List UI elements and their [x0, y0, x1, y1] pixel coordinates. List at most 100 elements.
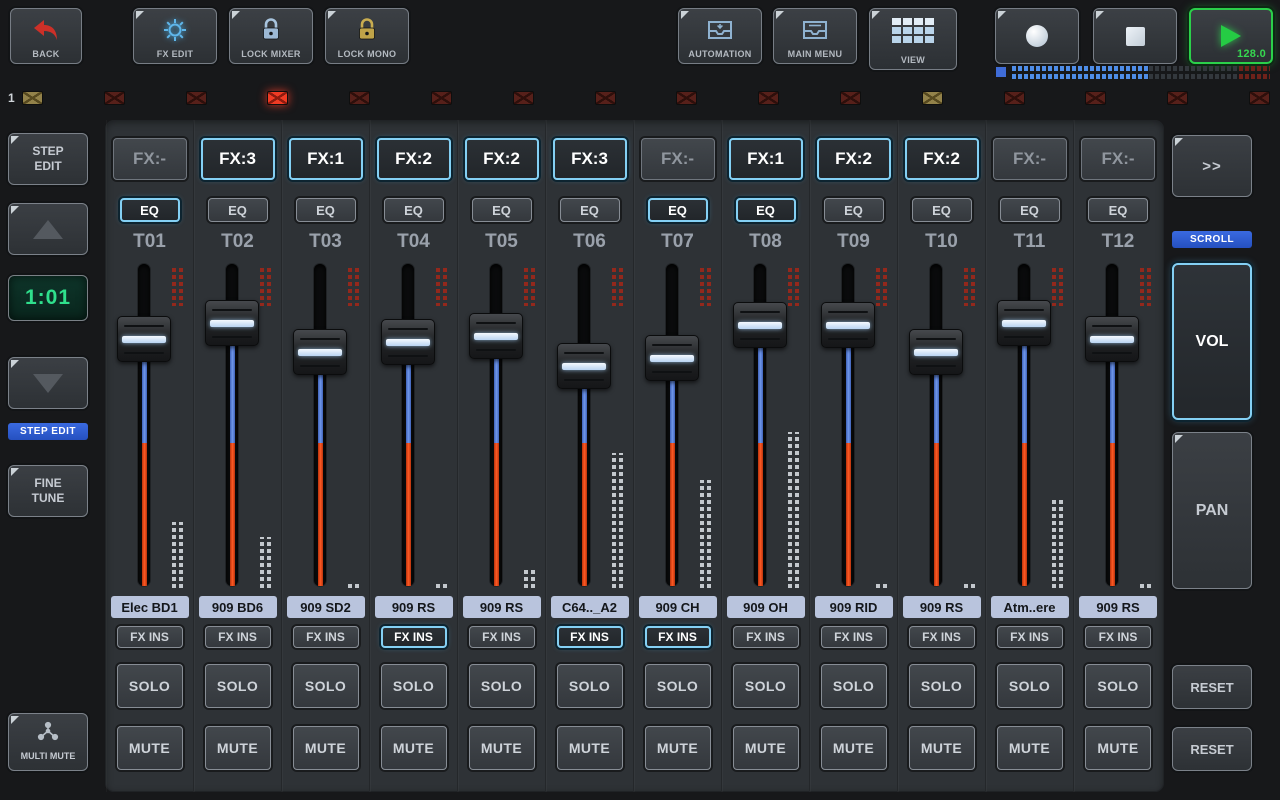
eq-button[interactable]: EQ [648, 198, 708, 222]
main-menu-button[interactable]: MAIN MENU [773, 8, 857, 64]
mute-button[interactable]: MUTE [557, 726, 623, 770]
pad-indicator-10[interactable] [758, 91, 779, 105]
pad-indicator-14[interactable] [1085, 91, 1106, 105]
eq-button[interactable]: EQ [296, 198, 356, 222]
mute-button[interactable]: MUTE [997, 726, 1063, 770]
track-name-label[interactable]: 909 BD6 [199, 596, 277, 618]
solo-button[interactable]: SOLO [205, 664, 271, 708]
fx-slot-button[interactable]: FX:2 [377, 138, 451, 180]
solo-button[interactable]: SOLO [909, 664, 975, 708]
fx-insert-button[interactable]: FX INS [205, 626, 271, 648]
eq-button[interactable]: EQ [1000, 198, 1060, 222]
pad-indicator-5[interactable] [349, 91, 370, 105]
fader-handle[interactable] [293, 329, 347, 375]
step-down-button[interactable] [8, 357, 88, 409]
eq-button[interactable]: EQ [208, 198, 268, 222]
mute-button[interactable]: MUTE [293, 726, 359, 770]
eq-button[interactable]: EQ [736, 198, 796, 222]
solo-button[interactable]: SOLO [117, 664, 183, 708]
fx-slot-button[interactable]: FX:- [641, 138, 715, 180]
solo-button[interactable]: SOLO [997, 664, 1063, 708]
pad-indicator-7[interactable] [513, 91, 534, 105]
pad-indicator-9[interactable] [676, 91, 697, 105]
pad-indicator-1[interactable] [22, 91, 43, 105]
pad-indicator-2[interactable] [104, 91, 125, 105]
track-name-label[interactable]: 909 RS [903, 596, 981, 618]
solo-button[interactable]: SOLO [293, 664, 359, 708]
fx-slot-button[interactable]: FX:1 [729, 138, 803, 180]
mute-button[interactable]: MUTE [469, 726, 535, 770]
pad-indicator-11[interactable] [840, 91, 861, 105]
fader-handle[interactable] [557, 343, 611, 389]
fx-insert-button[interactable]: FX INS [293, 626, 359, 648]
fx-slot-button[interactable]: FX:3 [553, 138, 627, 180]
solo-button[interactable]: SOLO [645, 664, 711, 708]
play-button[interactable]: 128.0 [1189, 8, 1273, 64]
view-button[interactable]: VIEW [869, 8, 957, 70]
fader-handle[interactable] [381, 319, 435, 365]
pan-mode-button[interactable]: PAN [1172, 432, 1252, 589]
fader-handle[interactable] [997, 300, 1051, 346]
solo-button[interactable]: SOLO [557, 664, 623, 708]
fx-insert-button[interactable]: FX INS [997, 626, 1063, 648]
scroll-button[interactable]: >> [1172, 135, 1252, 197]
track-name-label[interactable]: 909 RS [463, 596, 541, 618]
pad-indicator-4[interactable] [267, 91, 288, 105]
pad-indicator-15[interactable] [1167, 91, 1188, 105]
mute-button[interactable]: MUTE [821, 726, 887, 770]
eq-button[interactable]: EQ [560, 198, 620, 222]
eq-button[interactable]: EQ [824, 198, 884, 222]
fx-slot-button[interactable]: FX:3 [201, 138, 275, 180]
reset-mute-button[interactable]: RESET [1172, 727, 1252, 771]
fx-slot-button[interactable]: FX:2 [465, 138, 539, 180]
fx-slot-button[interactable]: FX:- [1081, 138, 1155, 180]
record-button[interactable] [995, 8, 1079, 64]
fader-handle[interactable] [733, 302, 787, 348]
fx-insert-button[interactable]: FX INS [733, 626, 799, 648]
mute-button[interactable]: MUTE [1085, 726, 1151, 770]
fader-handle[interactable] [909, 329, 963, 375]
track-name-label[interactable]: C64.._A2 [551, 596, 629, 618]
track-name-label[interactable]: Atm..ere [991, 596, 1069, 618]
lock-mono-button[interactable]: LOCK MONO [325, 8, 409, 64]
step-up-button[interactable] [8, 203, 88, 255]
solo-button[interactable]: SOLO [469, 664, 535, 708]
back-button[interactable]: BACK [10, 8, 82, 64]
pad-indicator-16[interactable] [1249, 91, 1270, 105]
fx-slot-button[interactable]: FX:2 [817, 138, 891, 180]
track-name-label[interactable]: 909 SD2 [287, 596, 365, 618]
solo-button[interactable]: SOLO [1085, 664, 1151, 708]
track-name-label[interactable]: Elec BD1 [111, 596, 189, 618]
fader-handle[interactable] [117, 316, 171, 362]
fx-insert-button[interactable]: FX INS [381, 626, 447, 648]
pad-indicator-12[interactable] [922, 91, 943, 105]
fine-tune-button[interactable]: FINE TUNE [8, 465, 88, 517]
eq-button[interactable]: EQ [472, 198, 532, 222]
reset-solo-button[interactable]: RESET [1172, 665, 1252, 709]
pad-indicator-3[interactable] [186, 91, 207, 105]
fx-slot-button[interactable]: FX:1 [289, 138, 363, 180]
step-edit-button[interactable]: STEP EDIT [8, 133, 88, 185]
fx-insert-button[interactable]: FX INS [909, 626, 975, 648]
fx-slot-button[interactable]: FX:2 [905, 138, 979, 180]
pad-indicator-13[interactable] [1004, 91, 1025, 105]
eq-button[interactable]: EQ [120, 198, 180, 222]
fx-insert-button[interactable]: FX INS [557, 626, 623, 648]
track-name-label[interactable]: 909 RS [375, 596, 453, 618]
multi-mute-button[interactable]: MULTI MUTE [8, 713, 88, 771]
track-name-label[interactable]: 909 CH [639, 596, 717, 618]
track-name-label[interactable]: 909 RID [815, 596, 893, 618]
mute-button[interactable]: MUTE [909, 726, 975, 770]
eq-button[interactable]: EQ [1088, 198, 1148, 222]
pad-indicator-6[interactable] [431, 91, 452, 105]
track-name-label[interactable]: 909 RS [1079, 596, 1157, 618]
fx-insert-button[interactable]: FX INS [117, 626, 183, 648]
vol-mode-button[interactable]: VOL [1172, 263, 1252, 420]
fx-insert-button[interactable]: FX INS [645, 626, 711, 648]
fx-slot-button[interactable]: FX:- [993, 138, 1067, 180]
fx-insert-button[interactable]: FX INS [1085, 626, 1151, 648]
solo-button[interactable]: SOLO [821, 664, 887, 708]
fader-handle[interactable] [469, 313, 523, 359]
position-display[interactable]: 1:01 [8, 275, 88, 321]
mute-button[interactable]: MUTE [733, 726, 799, 770]
